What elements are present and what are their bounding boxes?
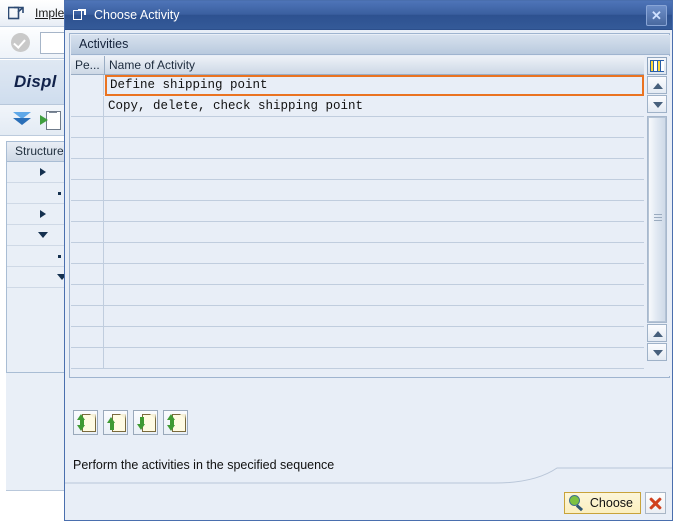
cell-name[interactable]: Copy, delete, check shipping point: [105, 96, 644, 116]
scroll-down-icon[interactable]: [647, 343, 667, 361]
bullet-icon: [58, 192, 61, 195]
activities-table: Pe... Name of Activity Define shipping p…: [71, 56, 670, 376]
scrollbar-grip: [654, 214, 662, 224]
table-column-header-row: Pe... Name of Activity: [71, 56, 644, 75]
icon-glyph: [137, 414, 156, 432]
move-up-icon[interactable]: [103, 410, 128, 435]
cancel-x-icon: [649, 496, 662, 510]
cell-performed[interactable]: [71, 327, 104, 347]
document-shape: [46, 111, 61, 130]
choose-activity-dialog: Choose Activity ✕ Activities Pe... Name …: [64, 0, 673, 521]
chevron-down-icon[interactable]: [38, 232, 48, 238]
cell-name[interactable]: [105, 348, 644, 368]
exit-arrow-icon[interactable]: [7, 6, 25, 20]
table-row[interactable]: [71, 117, 644, 138]
cell-name[interactable]: [105, 180, 644, 200]
cell-performed[interactable]: [71, 201, 104, 221]
dialog-title-bar[interactable]: Choose Activity ✕: [65, 1, 672, 30]
cell-performed[interactable]: [71, 243, 104, 263]
table-row[interactable]: [71, 285, 644, 306]
cell-name[interactable]: [105, 138, 644, 158]
cell-name[interactable]: [105, 306, 644, 326]
column-header-name[interactable]: Name of Activity: [105, 56, 644, 74]
cell-performed[interactable]: [71, 222, 104, 242]
table-row[interactable]: [71, 201, 644, 222]
cell-name[interactable]: [105, 201, 644, 221]
table-row[interactable]: [71, 306, 644, 327]
scroll-up-icon[interactable]: [647, 76, 667, 94]
menu-item-implementation[interactable]: Imple: [35, 6, 64, 20]
cell-name[interactable]: [105, 285, 644, 305]
activities-group-box: Activities Pe... Name of Activity Define…: [69, 33, 670, 378]
scrollbar-track[interactable]: [647, 116, 667, 323]
chevron-right-icon[interactable]: [40, 210, 46, 218]
collapse-all-icon[interactable]: [13, 111, 33, 129]
chevron-right-icon[interactable]: [40, 168, 46, 176]
cell-performed[interactable]: [71, 348, 104, 368]
table-row[interactable]: [71, 222, 644, 243]
close-icon[interactable]: ✕: [646, 5, 667, 26]
activities-group-label: Activities: [79, 37, 129, 51]
icon-glyph: [77, 414, 96, 432]
cell-performed[interactable]: [71, 138, 104, 158]
cell-name[interactable]: [105, 327, 644, 347]
menu-item-label: Imple: [35, 6, 65, 20]
cancel-button[interactable]: [645, 492, 666, 514]
dialog-title: Choose Activity: [94, 8, 180, 22]
bullet-icon: [58, 255, 61, 258]
icon-glyph: [107, 414, 126, 432]
table-row[interactable]: [71, 243, 644, 264]
move-first-icon[interactable]: [73, 410, 98, 435]
expand-node-icon[interactable]: [40, 111, 61, 130]
cell-name[interactable]: [105, 243, 644, 263]
table-row[interactable]: Copy, delete, check shipping point: [71, 96, 644, 117]
cell-performed[interactable]: [71, 117, 104, 137]
icon-glyph: [167, 414, 186, 432]
window-restore-icon: [73, 9, 87, 21]
cell-name[interactable]: Define shipping point: [105, 75, 644, 96]
cell-performed[interactable]: [71, 96, 104, 116]
dialog-action-bar: Choose: [65, 485, 672, 520]
scroll-down-icon[interactable]: [647, 95, 667, 113]
cell-performed[interactable]: [71, 306, 104, 326]
table-row[interactable]: [71, 348, 644, 369]
choose-button[interactable]: Choose: [563, 492, 641, 514]
grid-glyph: [650, 60, 664, 72]
choose-button-label: Choose: [589, 496, 633, 510]
table-row[interactable]: [71, 138, 644, 159]
cell-name[interactable]: [105, 222, 644, 242]
cell-name[interactable]: [105, 159, 644, 179]
green-check-icon[interactable]: [11, 33, 30, 52]
vertical-scrollbar[interactable]: [645, 76, 670, 376]
scroll-up-icon[interactable]: [647, 324, 667, 342]
cell-name[interactable]: [105, 264, 644, 284]
table-row[interactable]: [71, 264, 644, 285]
activities-group-header: Activities: [71, 35, 670, 55]
cell-performed[interactable]: [71, 285, 104, 305]
structure-header-label: Structure: [15, 144, 64, 158]
cell-performed[interactable]: [71, 264, 104, 284]
cell-name[interactable]: [105, 117, 644, 137]
magnifier-icon: [568, 495, 585, 511]
column-header-performed[interactable]: Pe...: [71, 56, 104, 74]
table-row[interactable]: [71, 327, 644, 348]
arrow-stem-shape: [40, 118, 45, 122]
page-title: Displ: [14, 72, 57, 91]
column-settings-icon[interactable]: [647, 57, 667, 75]
sequence-toolbar: [73, 410, 188, 436]
triangle-shape: [13, 118, 31, 125]
table-row[interactable]: [71, 159, 644, 180]
scrollbar-thumb[interactable]: [648, 117, 666, 322]
table-row[interactable]: [71, 180, 644, 201]
cell-performed[interactable]: [71, 75, 104, 95]
action-bar-divider: [65, 464, 672, 484]
move-last-icon[interactable]: [163, 410, 188, 435]
cell-performed[interactable]: [71, 180, 104, 200]
cell-performed[interactable]: [71, 159, 104, 179]
move-down-icon[interactable]: [133, 410, 158, 435]
table-row[interactable]: Define shipping point: [71, 75, 644, 96]
